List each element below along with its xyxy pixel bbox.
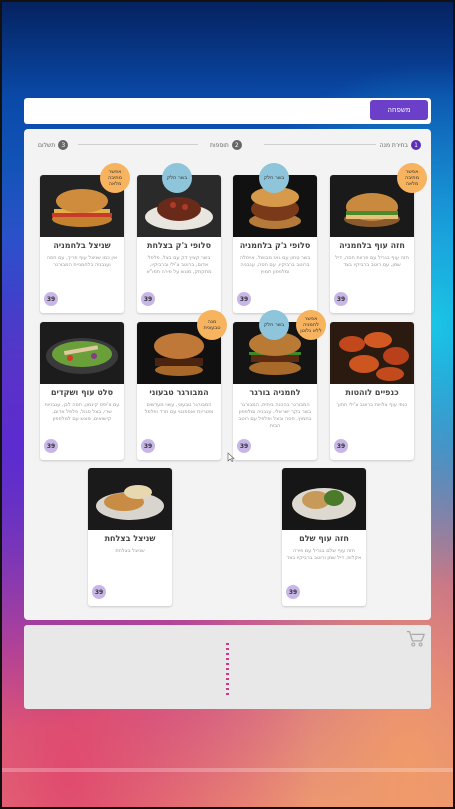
step-item-choose-dish[interactable]: 1 בחירת מנה [380,139,421,151]
order-stepper: 1 בחירת מנה 2 תוספות 3 תשלום [24,129,431,161]
dish-card[interactable]: סלופי ג'ק בלחמניה בשר טחון עם גאז מבושל,… [233,175,317,313]
search-button[interactable]: משפחה [370,100,428,120]
price-badge: 39 [237,439,251,453]
price-badge: 39 [334,292,348,306]
step-label: תוספות [210,141,229,149]
step-circle: 2 [231,140,242,150]
price-badge: 39 [44,292,58,306]
dish-description: חזה עוף בגריל עם פרוות חסה, דיל שמן, עם … [335,255,409,268]
dish-badge: אפשר מתיבה מלאה [397,163,427,193]
dish-title: סלופי ג'ק בלחמניה [239,241,311,250]
dish-description: בשר קציץ דק עם בצל, פלפל אדום, ברוטב צ'י… [146,255,212,275]
dish-description: כנפי עוף צלויות ברוטב צ'ילי חתוך [336,402,408,408]
dish-description: חזה עוף שלם בגריל עם פירה אקלופ, דיל שמן… [286,548,362,561]
dish-image [88,468,172,530]
dish-title: חזה עוף בלחמניה [339,241,405,250]
dish-title: חזה עוף שלם [299,534,349,543]
dish-image [330,322,414,384]
cart-icon[interactable] [405,628,427,650]
price-badge: 39 [237,292,251,306]
dish-badge: מנה טבעונית [197,310,227,340]
price-badge: 39 [334,439,348,453]
mouse-cursor-icon [227,452,235,462]
price-badge: 39 [286,585,300,599]
dish-description: בשר טחון עם גאז מבושל, אייסלה ברוטב ברבי… [239,255,311,275]
dish-title: שניצל בלחמניה [53,241,111,250]
dish-card[interactable]: לחמניה בורגר המבורגר בהכנה ביתית, המבורג… [233,322,317,460]
step-circle: 1 [411,140,421,150]
stepper-line [78,144,198,145]
dish-title: כנפיים לוהטות [345,388,399,397]
price-badge: 39 [141,292,155,306]
price-badge: 39 [141,439,155,453]
bottom-divider [2,768,453,772]
step-label: בחירת מנה [379,141,408,149]
dish-title: סלט עוף ושקדים [50,388,114,397]
dish-card[interactable]: חזה עוף בלחמניה חזה עוף בגריל עם פרוות ח… [330,175,414,313]
dish-description: אין כמו שניצל עוף פריך, עם חסה ועגבניה ב… [46,255,118,268]
dish-description: עם צ'יפס קינמון, חסה לבן, עגבניות שרי, ב… [44,402,120,422]
dish-title: לחמניה בורגר [249,388,301,397]
dish-badge: בשר חלק [259,310,289,340]
dish-card[interactable]: כנפיים לוהטות כנפי עוף צלויות ברוטב צ'יל… [330,322,414,460]
stepper-line [264,144,376,145]
step-label: תשלום [38,141,56,149]
step-item-payment[interactable]: 3 תשלום [38,139,69,151]
dish-card[interactable]: חזה עוף שלם חזה עוף שלם בגריל עם פירה אק… [282,468,366,606]
dish-card[interactable]: סלופי ג'ק בצלחת בשר קציץ דק עם בצל, פלפל… [137,175,221,313]
dish-badge: בשר חלק [259,163,289,193]
step-circle: 3 [58,140,69,150]
cart-panel[interactable] [24,625,431,709]
dish-card[interactable]: סלט עוף ושקדים עם צ'יפס קינמון, חסה לבן,… [40,322,124,460]
dish-title: סלופי ג'ק בצלחת [146,241,212,250]
dish-card[interactable]: המבורגר טבעוני המבורגר טבעוני, עשוי מעדש… [137,322,221,460]
dish-description: המבורגר בהכנה ביתית, המבורגר בשר בקר ישר… [238,402,312,429]
dish-image [282,468,366,530]
loading-dots [226,643,229,697]
dish-card[interactable]: שניצל בלחמניה אין כמו שניצל עוף פריך, עם… [40,175,124,313]
dish-card[interactable]: שניצל בצלחת שניצל בצלחת 39 [88,468,172,606]
dish-badge: בשר חלק [162,163,192,193]
dish-title: המבורגר טבעוני [149,388,209,397]
price-badge: 39 [92,585,106,599]
dish-image [40,322,124,384]
step-item-extras[interactable]: 2 תוספות [210,139,242,151]
dish-description: המבורגר טבעוני, עשוי מעדשים ופטריות ואספ… [144,402,214,415]
dish-description: שניצל בצלחת [115,548,145,554]
menu-panel: 1 בחירת מנה 2 תוספות 3 תשלום חזה עוף בלח… [24,129,431,620]
price-badge: 39 [44,439,58,453]
dish-badge: אפשר לחמניה ללא גלוטן [296,310,326,340]
dish-badge: אפשר מתיבה מלאה [100,163,130,193]
dish-title: שניצל בצלחת [104,534,156,543]
